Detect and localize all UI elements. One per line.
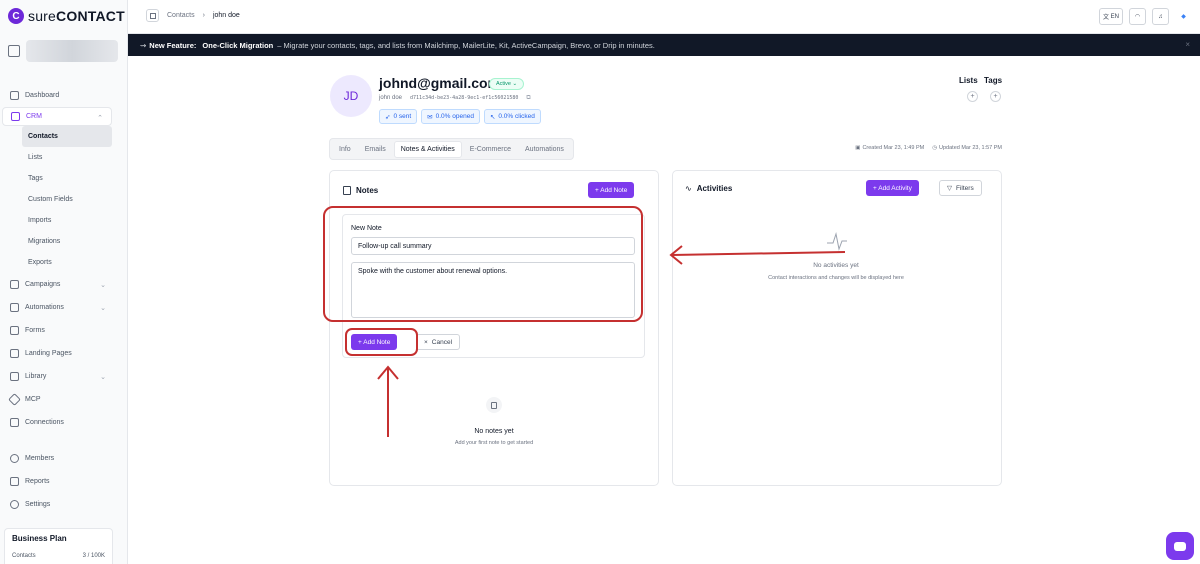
chat-button[interactable] [1166,532,1194,560]
annotation-arrows [377,245,846,437]
chat-icon [1174,541,1186,551]
arrow-left-shaft [671,251,846,256]
